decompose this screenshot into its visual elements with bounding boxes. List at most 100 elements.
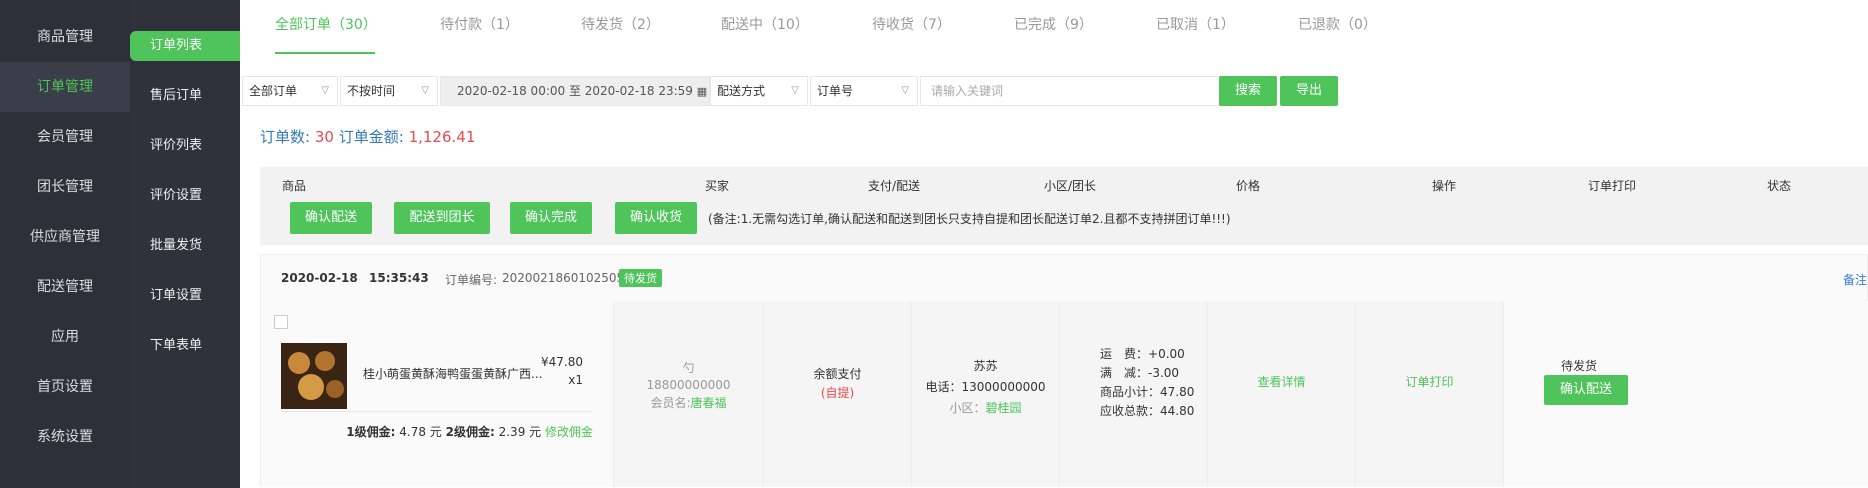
order-checkbox[interactable] [274,315,288,329]
batch-deliver-to-leader-button[interactable]: 配送到团长 [394,202,490,234]
product-cell: 桂小萌蛋黄酥海鸭蛋蛋黄酥广西... ¥47.80 x1 1级佣金: 4.78 元… [261,301,613,487]
col-actions: 操作 [1432,179,1457,193]
sidebar-item-system-settings[interactable]: 系统设置 [0,412,130,462]
community-cell: 苏苏 电话：13000000000 小区：碧桂园 [911,301,1059,487]
batch-confirm-delivery-button[interactable]: 确认配送 [290,202,372,234]
order-header: 2020-02-18 15:35:43 订单编号: 20200218601025… [261,255,1867,301]
subtotal: 47.80 [1160,385,1195,399]
print-order-link[interactable]: 订单打印 [1356,373,1503,390]
modify-commission-link[interactable]: 修改佣金 [545,425,593,439]
sidebar-item-delivery[interactable]: 配送管理 [0,262,130,312]
keyword-input[interactable]: 请输入关键词 [920,76,1220,106]
pay-method: 余额支付 [813,367,862,381]
tab-cancelled[interactable]: 已取消（1） [1156,14,1235,34]
calendar-icon: ▦ [696,85,708,98]
tab-all[interactable]: 全部订单（30） [275,14,377,34]
order-summary: 订单数: 30 订单金额: 1,126.41 [260,126,475,147]
buyer-name: 勺 [682,361,695,375]
chevron-down-icon: ▽ [791,85,799,96]
table-header: 商品 买家 支付/配送 小区/团长 价格 操作 订单打印 状态 [260,167,1868,205]
remark-link[interactable]: 备注 [1843,271,1867,288]
main-content: 全部订单（30） 待付款（1） 待发货（2） 配送中（10） 待收货（7） 已完… [240,0,1868,488]
batch-note: (备注:1.无需勾选订单,确认配送和配送到团长只支持自提和团长配送订单2.且都不… [708,212,1231,226]
col-buyer: 买家 [705,179,730,193]
batch-confirm-complete-button[interactable]: 确认完成 [510,202,592,234]
tab-to-receive[interactable]: 待收货（7） [872,14,951,34]
search-field-select[interactable]: 订单号 ▽ [810,76,918,106]
subnav-batch-ship[interactable]: 批量发货 [130,221,240,271]
product-qty: x1 [568,373,583,387]
product-price: ¥47.80 [541,355,583,369]
actions-cell: 查看详情 [1207,301,1355,487]
order-tabs: 全部订单（30） 待付款（1） 待发货（2） 配送中（10） 待收货（7） 已完… [240,0,1868,56]
tab-completed[interactable]: 已完成（9） [1014,14,1093,34]
buyer-cell: 勺 18800000000 会员名:唐春福 [613,301,763,487]
buyer-phone: 18800000000 [646,378,731,392]
primary-sidebar: 商品管理 订单管理 会员管理 团长管理 供应商管理 配送管理 应用 首页设置 系… [0,0,130,488]
product-name: 桂小萌蛋黄酥海鸭蛋蛋黄酥广西... [363,367,543,381]
sidebar-item-leaders[interactable]: 团长管理 [0,162,130,212]
tab-unpaid[interactable]: 待付款（1） [440,14,519,34]
subnav-review-list[interactable]: 评价列表 [130,121,240,171]
order-date: 2020-02-18 [281,271,358,285]
view-detail-link[interactable]: 查看详情 [1208,373,1355,390]
order-amount: 1,126.41 [408,128,476,146]
order-time: 15:35:43 [369,271,429,285]
search-button[interactable]: 搜索 [1219,76,1277,106]
order-no-label: 订单编号: [445,273,498,287]
date-range-input[interactable]: 2020-02-18 00:00 至 2020-02-18 23:59 ▦ [440,76,710,106]
chevron-down-icon: ▽ [421,85,429,96]
secondary-sidebar: 订单列表 售后订单 评价列表 评价设置 批量发货 订单设置 下单表单 [130,0,240,488]
batch-confirm-receipt-button[interactable]: 确认收货 [615,202,697,234]
discount: -3.00 [1148,366,1180,380]
print-cell: 订单打印 [1355,301,1503,487]
delivery-select[interactable]: 配送方式 ▽ [710,76,808,106]
status-badge: 待发货 [619,269,662,287]
subnav-after-sales[interactable]: 售后订单 [130,71,240,121]
leader-name: 苏苏 [973,359,998,373]
order-type-select[interactable]: 全部订单 ▽ [242,76,338,106]
col-product: 商品 [282,179,307,193]
confirm-delivery-button[interactable]: 确认配送 [1544,375,1628,405]
community-name: 碧桂园 [985,401,1022,415]
sidebar-item-members[interactable]: 会员管理 [0,112,130,162]
subnav-order-settings[interactable]: 订单设置 [130,271,240,321]
order-count: 30 [314,128,334,146]
order-count-label: 订单数: [260,128,311,146]
delivery-method: (自提) [820,386,855,400]
col-print: 订单打印 [1588,179,1637,193]
divider [281,411,593,412]
sidebar-item-goods[interactable]: 商品管理 [0,12,130,62]
total: 44.80 [1160,404,1195,418]
sidebar-item-home-settings[interactable]: 首页设置 [0,362,130,412]
tab-to-ship[interactable]: 待发货（2） [581,14,660,34]
time-type-select[interactable]: 不按时间 ▽ [340,76,438,106]
order-status: 待发货 [1560,359,1597,373]
status-cell: 待发货 确认配送 [1503,301,1868,487]
order-amount-label: 订单金额: [338,128,404,146]
member-name[interactable]: 唐春福 [691,396,727,410]
payment-cell: 余额支付 (自提) [763,301,911,487]
active-tab-indicator [275,52,375,54]
chevron-down-icon: ▽ [321,85,329,96]
price-cell: 运 费：+0.00 满 减：-3.00 商品小计：47.80 应收总款：44.8… [1059,301,1207,487]
col-community: 小区/团长 [1044,179,1097,193]
chevron-down-icon: ▽ [901,85,909,96]
subnav-order-form[interactable]: 下单表单 [130,321,240,371]
subnav-review-settings[interactable]: 评价设置 [130,171,240,221]
export-button[interactable]: 导出 [1280,76,1338,106]
tab-delivering[interactable]: 配送中（10） [721,14,809,34]
col-payment: 支付/配送 [868,179,921,193]
col-price: 价格 [1236,179,1261,193]
sidebar-item-orders[interactable]: 订单管理 [0,62,130,112]
subnav-order-list[interactable]: 订单列表 [130,21,240,71]
commission-info: 1级佣金: 4.78 元 2级佣金: 2.39 元 修改佣金 [346,425,593,439]
sidebar-item-apps[interactable]: 应用 [0,312,130,362]
order-card: 2020-02-18 15:35:43 订单编号: 20200218601025… [260,254,1868,487]
sidebar-item-suppliers[interactable]: 供应商管理 [0,212,130,262]
col-status: 状态 [1767,179,1792,193]
freight: +0.00 [1148,347,1185,361]
leader-phone: 13000000000 [961,380,1046,394]
product-image [281,343,347,409]
tab-refunded[interactable]: 已退款（0） [1298,14,1377,34]
